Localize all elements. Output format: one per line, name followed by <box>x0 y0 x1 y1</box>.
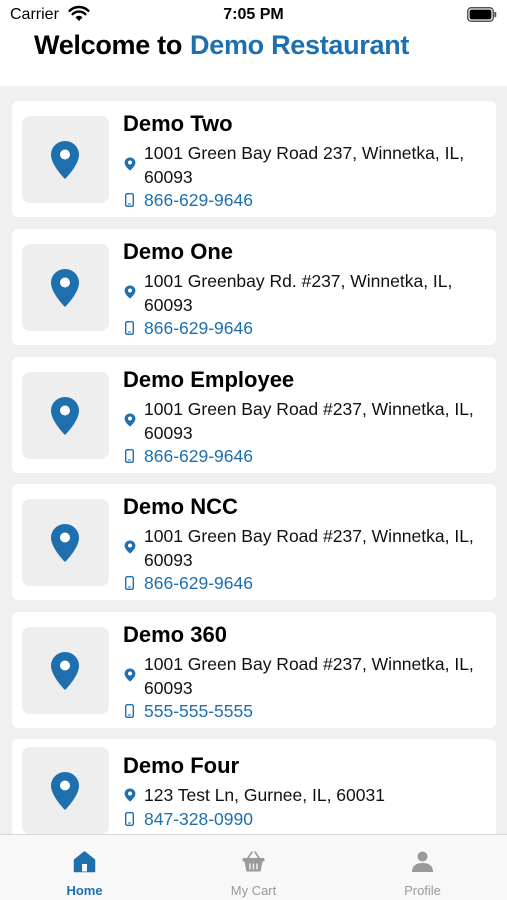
location-name: Demo Employee <box>123 367 295 392</box>
tab-profile[interactable]: Profile <box>338 835 507 900</box>
map-pin-icon <box>51 772 79 810</box>
tab-bar: Home My Cart Profile <box>0 834 507 900</box>
map-pin-icon <box>51 141 79 179</box>
phone-link[interactable]: 866-629-9646 <box>144 318 253 338</box>
battery-icon <box>467 7 497 22</box>
address-pin-icon <box>124 413 136 427</box>
phone-link[interactable]: 866-629-9646 <box>144 190 253 210</box>
location-card[interactable]: Demo Employee 1001 Green Bay Road #237, … <box>12 357 496 473</box>
location-thumbnail <box>22 499 109 586</box>
address-pin-icon <box>124 157 136 171</box>
location-list[interactable]: Demo Two 1001 Green Bay Road 237, Winnet… <box>0 86 507 834</box>
phone-icon <box>125 812 134 826</box>
phone-link[interactable]: 866-629-9646 <box>144 573 253 593</box>
basket-icon <box>242 851 265 872</box>
phone-icon <box>125 193 134 207</box>
location-thumbnail <box>22 244 109 331</box>
location-thumbnail <box>22 372 109 459</box>
header: Welcome to Demo Restaurant <box>0 30 507 86</box>
map-pin-icon <box>51 397 79 435</box>
address-text: 1001 Green Bay Road #237, Winnetka, IL, … <box>144 654 474 698</box>
tab-my-cart-label: My Cart <box>230 883 277 898</box>
tab-profile-label: Profile <box>404 883 441 898</box>
address-text: 1001 Green Bay Road #237, Winnetka, IL, … <box>144 399 474 443</box>
restaurant-name: Demo Restaurant <box>190 30 410 60</box>
person-icon <box>412 851 433 872</box>
address-pin-icon <box>124 788 136 802</box>
address-pin-icon <box>124 668 136 682</box>
location-card[interactable]: Demo Two 1001 Green Bay Road 237, Winnet… <box>12 101 496 217</box>
status-time: 7:05 PM <box>223 6 284 23</box>
phone-icon <box>125 321 134 335</box>
address-pin-icon <box>124 285 136 299</box>
phone-link[interactable]: 555-555-5555 <box>144 701 253 721</box>
phone-icon <box>125 704 134 718</box>
location-name: Demo NCC <box>123 494 238 519</box>
tab-home-label: Home <box>66 883 103 898</box>
location-card[interactable]: Demo Four 123 Test Ln, Gurnee, IL, 60031… <box>12 739 496 834</box>
phone-icon <box>125 576 134 590</box>
map-pin-icon <box>51 524 79 562</box>
tab-my-cart[interactable]: My Cart <box>169 835 338 900</box>
location-card[interactable]: Demo One 1001 Greenbay Rd. #237, Winnetk… <box>12 229 496 345</box>
location-name: Demo 360 <box>123 622 227 647</box>
phone-link[interactable]: 847-328-0990 <box>144 809 253 829</box>
location-name: Demo One <box>123 239 234 264</box>
address-pin-icon <box>124 540 136 554</box>
location-thumbnail <box>22 627 109 714</box>
phone-icon <box>125 449 134 463</box>
map-pin-icon <box>51 652 79 690</box>
status-bar: Carrier 7:05 PM <box>0 0 507 30</box>
address-text: 1001 Green Bay Road #237, Winnetka, IL, … <box>144 526 474 570</box>
location-card[interactable]: Demo 360 1001 Green Bay Road #237, Winne… <box>12 612 496 728</box>
location-name: Demo Two <box>123 111 233 136</box>
location-card[interactable]: Demo NCC 1001 Green Bay Road #237, Winne… <box>12 484 496 600</box>
location-name: Demo Four <box>123 753 240 778</box>
phone-link[interactable]: 866-629-9646 <box>144 446 253 466</box>
location-thumbnail <box>22 747 109 834</box>
welcome-text: Welcome to <box>34 30 183 60</box>
address-text: 1001 Green Bay Road 237, Winnetka, IL, 6… <box>144 143 465 187</box>
tab-home[interactable]: Home <box>0 835 169 900</box>
address-text: 1001 Greenbay Rd. #237, Winnetka, IL, 60… <box>144 271 453 315</box>
map-pin-icon <box>51 269 79 307</box>
home-icon <box>73 851 96 873</box>
location-thumbnail <box>22 116 109 203</box>
address-text: 123 Test Ln, Gurnee, IL, 60031 <box>144 785 385 805</box>
page-title: Welcome to Demo Restaurant <box>34 30 409 61</box>
